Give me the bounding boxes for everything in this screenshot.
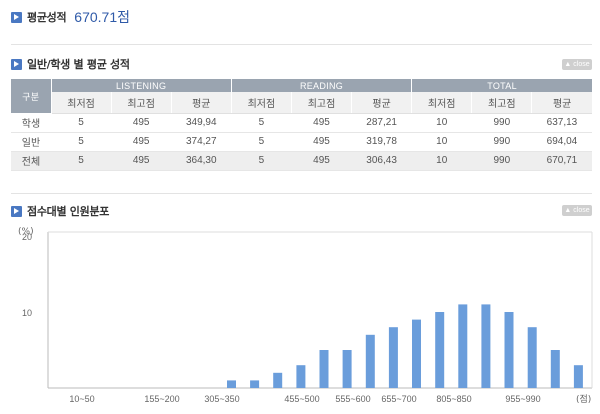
row-label: 전체 xyxy=(11,151,51,171)
table-cell: 495 xyxy=(291,151,352,171)
arrow-bullet-icon xyxy=(11,205,22,217)
x-tick-label: 955~990 xyxy=(505,394,540,404)
arrow-bullet-icon xyxy=(11,58,22,70)
table-cell: 694,04 xyxy=(531,132,592,152)
group-header-listening: LISTENING xyxy=(51,79,232,92)
table-cell: 364,30 xyxy=(171,151,232,171)
divider xyxy=(11,44,592,45)
table-cell: 10 xyxy=(411,132,472,152)
close-label: close xyxy=(573,207,590,214)
table-section-title: 일반/학생 별 평균 성적 xyxy=(11,56,130,72)
table-cell: 5 xyxy=(231,132,292,152)
sub-header-max: 최고점 xyxy=(471,92,533,114)
bar xyxy=(296,365,306,388)
sub-header-max: 최고점 xyxy=(111,92,172,114)
average-score-heading: 평균성적 670.71점 xyxy=(11,9,130,25)
x-tick-label: 655~700 xyxy=(381,394,416,404)
bar xyxy=(365,334,375,388)
table-cell: 990 xyxy=(471,113,532,133)
table-cell: 670,71 xyxy=(531,151,592,171)
close-label: close xyxy=(573,61,590,68)
row-label: 학생 xyxy=(11,113,51,133)
x-tick-label: 555~600 xyxy=(335,394,370,404)
table-cell: 319,78 xyxy=(351,132,412,152)
table-cell: 495 xyxy=(111,113,172,133)
sub-header-min: 최저점 xyxy=(231,92,292,114)
table-cell: 495 xyxy=(111,151,172,171)
table-cell: 990 xyxy=(471,132,532,152)
x-unit-label: (점) xyxy=(576,393,591,405)
table-cell: 5 xyxy=(231,151,292,171)
bar xyxy=(527,327,537,388)
table-cell: 5 xyxy=(51,151,112,171)
average-label: 평균성적 xyxy=(27,11,67,24)
score-distribution-chart: (%)(점)201010~50 155~200 305~350 455~500 555~… xyxy=(18,227,593,405)
table-cell: 990 xyxy=(471,151,532,171)
divider xyxy=(11,193,592,194)
group-header-total: TOTAL xyxy=(411,79,592,92)
table-cell: 5 xyxy=(51,132,112,152)
chart-section-title: 점수대별 인원분포 xyxy=(11,203,109,219)
table-cell: 306,43 xyxy=(351,151,412,171)
arrow-bullet-icon xyxy=(11,11,22,23)
sub-header-avg: 평균 xyxy=(531,92,592,114)
x-tick-label: 155~200 xyxy=(144,394,179,404)
group-header-reading: READING xyxy=(231,79,413,92)
y-tick-label: 10 xyxy=(22,308,32,318)
bar xyxy=(504,312,514,388)
sub-header-max: 최고점 xyxy=(291,92,353,114)
table-row: 일반 5 495 374,27 5 495 319,78 10 990 694,… xyxy=(11,132,592,152)
bar xyxy=(250,380,260,388)
x-tick-label: 805~850 xyxy=(436,394,471,404)
table-close-button[interactable]: ▲ close xyxy=(562,59,592,70)
x-tick-label: 455~500 xyxy=(284,394,319,404)
bar xyxy=(319,350,329,388)
sub-header-avg: 평균 xyxy=(171,92,232,114)
average-score-value: 670.71점 xyxy=(74,9,130,25)
table-cell: 5 xyxy=(231,113,292,133)
bar xyxy=(435,312,445,388)
x-tick-label: 305~350 xyxy=(204,394,239,404)
sub-header-avg: 평균 xyxy=(351,92,413,114)
row-header-gubun: 구분 xyxy=(11,79,52,113)
bar xyxy=(481,304,491,388)
table-cell: 495 xyxy=(291,132,352,152)
table-cell: 495 xyxy=(111,132,172,152)
table-cell: 5 xyxy=(51,113,112,133)
table-cell: 495 xyxy=(291,113,352,133)
bar xyxy=(573,365,583,388)
table-cell: 637,13 xyxy=(531,113,592,133)
table-row: 전체 5 495 364,30 5 495 306,43 10 990 670,… xyxy=(11,151,592,171)
score-table: 구분 LISTENING READING TOTAL 최저점 최고점 평균 최저… xyxy=(11,79,592,171)
sub-header-min: 최저점 xyxy=(411,92,473,114)
bar xyxy=(412,319,421,388)
sub-header-min: 최저점 xyxy=(51,92,112,114)
y-tick-label: 20 xyxy=(22,232,32,242)
bar xyxy=(458,304,468,388)
table-cell: 10 xyxy=(411,113,472,133)
table-cell: 287,21 xyxy=(351,113,412,133)
table-cell: 374,27 xyxy=(171,132,232,152)
bar xyxy=(227,380,236,388)
table-cell: 349,94 xyxy=(171,113,232,133)
bar xyxy=(550,350,560,388)
bar xyxy=(273,372,283,388)
table-cell: 10 xyxy=(411,151,472,171)
chart-section-title-text: 점수대별 인원분포 xyxy=(27,205,110,218)
chart-close-button[interactable]: ▲ close xyxy=(562,205,592,216)
bar xyxy=(388,327,398,388)
bar xyxy=(342,350,352,388)
table-row: 학생 5 495 349,94 5 495 287,21 10 990 637,… xyxy=(11,113,592,133)
row-label: 일반 xyxy=(11,132,51,152)
x-tick-label: 10~50 xyxy=(69,394,94,404)
table-section-title-text: 일반/학생 별 평균 성적 xyxy=(27,58,130,71)
